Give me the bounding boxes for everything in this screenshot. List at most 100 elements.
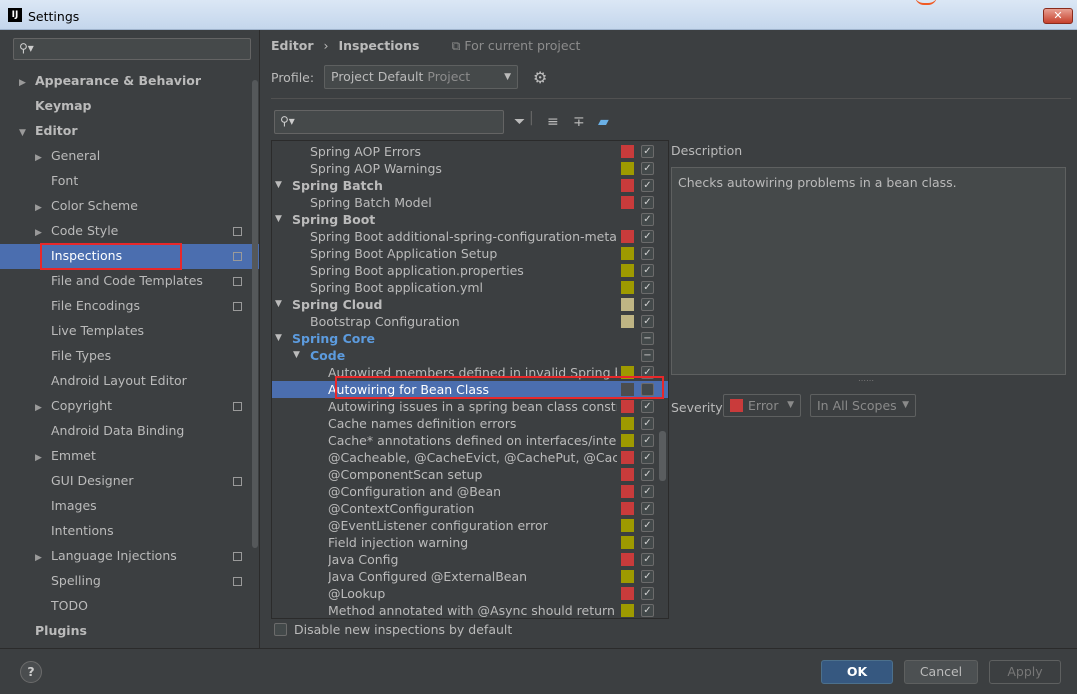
- inspection-group-row[interactable]: ▼ Spring Core −: [272, 330, 668, 347]
- inspection-checkbox[interactable]: ✓: [641, 264, 654, 277]
- inspection-row[interactable]: Spring Boot additional-spring-configurat…: [272, 228, 668, 245]
- close-window-button[interactable]: ✕: [1043, 8, 1073, 24]
- inspection-checkbox[interactable]: ✓: [641, 162, 654, 175]
- inspection-row[interactable]: @ComponentScan setup ✓: [272, 466, 668, 483]
- sidebar-item-plugins[interactable]: Plugins: [19, 618, 244, 643]
- sidebar-item-file-encodings[interactable]: File Encodings: [35, 293, 260, 318]
- inspection-row[interactable]: @Configuration and @Bean ✓: [272, 483, 668, 500]
- inspection-checkbox[interactable]: ✓: [641, 145, 654, 158]
- inspection-checkbox[interactable]: ✓: [641, 196, 654, 209]
- inspection-row[interactable]: Spring AOP Errors ✓: [272, 143, 668, 160]
- inspection-row[interactable]: @Cacheable, @CacheEvict, @CachePut, @Cac…: [272, 449, 668, 466]
- chevron-down-icon[interactable]: ▼: [275, 296, 282, 313]
- filter-icon[interactable]: ⏷: [514, 114, 525, 130]
- inspection-checkbox[interactable]: ✓: [641, 468, 654, 481]
- settings-search-input[interactable]: [40, 41, 240, 57]
- inspection-row[interactable]: Cache names definition errors ✓: [272, 415, 668, 432]
- expand-all-icon[interactable]: ≡: [547, 114, 559, 130]
- inspection-row[interactable]: Cache* annotations defined on interfaces…: [272, 432, 668, 449]
- cancel-button[interactable]: Cancel: [904, 660, 978, 684]
- sidebar-item-keymap[interactable]: Keymap: [19, 93, 244, 118]
- inspection-checkbox[interactable]: ✓: [641, 298, 654, 311]
- inspection-group-row[interactable]: ▼ Spring Batch ✓: [272, 177, 668, 194]
- profile-dropdown[interactable]: Project Default Project ▼: [324, 65, 518, 89]
- inspection-checkbox[interactable]: ✓: [641, 417, 654, 430]
- inspection-group-row[interactable]: ▼ Spring Boot ✓: [272, 211, 668, 228]
- inspection-checkbox[interactable]: ✓: [641, 570, 654, 583]
- chevron-down-icon[interactable]: ▼: [275, 330, 282, 347]
- inspection-row[interactable]: Spring AOP Warnings ✓: [272, 160, 668, 177]
- help-button[interactable]: ?: [20, 661, 42, 683]
- inspection-checkbox[interactable]: ✓: [641, 434, 654, 447]
- inspection-tree-scrollbar[interactable]: [659, 431, 666, 481]
- chevron-down-icon[interactable]: ▼: [275, 211, 282, 228]
- ok-button[interactable]: OK: [821, 660, 893, 684]
- inspection-checkbox[interactable]: ✓: [641, 213, 654, 226]
- inspection-row[interactable]: Spring Boot Application Setup ✓: [272, 245, 668, 262]
- inspection-checkbox[interactable]: −: [641, 349, 654, 362]
- reset-eraser-icon[interactable]: ▰: [598, 114, 609, 130]
- inspection-group-row[interactable]: ▼ Code −: [272, 347, 668, 364]
- sidebar-item-intentions[interactable]: Intentions: [35, 518, 260, 543]
- sidebar-item-language-injections[interactable]: ▶ Language Injections: [35, 543, 260, 568]
- sidebar-item-appearance-behavior[interactable]: ▶ Appearance & Behavior: [19, 68, 244, 93]
- breadcrumb-editor[interactable]: Editor: [271, 38, 314, 53]
- splitter-grip-icon[interactable]: ⋯⋯: [858, 376, 874, 385]
- sidebar-item-copyright[interactable]: ▶ Copyright: [35, 393, 260, 418]
- inspection-checkbox[interactable]: ✓: [641, 179, 654, 192]
- inspection-row[interactable]: Method annotated with @Async should retu…: [272, 602, 668, 618]
- scope-dropdown[interactable]: In All Scopes ▼: [810, 394, 916, 417]
- sidebar-item-file-and-code-templates[interactable]: File and Code Templates: [35, 268, 260, 293]
- inspection-checkbox[interactable]: ✓: [641, 315, 654, 328]
- inspection-row[interactable]: Spring Boot application.properties ✓: [272, 262, 668, 279]
- inspection-search[interactable]: ⚲▾: [274, 110, 504, 134]
- chevron-down-icon[interactable]: ▼: [293, 347, 300, 364]
- inspection-checkbox[interactable]: ✓: [641, 553, 654, 566]
- sidebar-item-live-templates[interactable]: Live Templates: [35, 318, 260, 343]
- inspection-checkbox[interactable]: ✓: [641, 485, 654, 498]
- sidebar-item-emmet[interactable]: ▶ Emmet: [35, 443, 260, 468]
- sidebar-item-code-style[interactable]: ▶ Code Style: [35, 218, 260, 243]
- inspection-checkbox[interactable]: −: [641, 332, 654, 345]
- inspection-checkbox[interactable]: ✓: [641, 604, 654, 617]
- inspection-row[interactable]: Spring Boot application.yml ✓: [272, 279, 668, 296]
- inspection-checkbox[interactable]: ✓: [641, 247, 654, 260]
- inspection-row[interactable]: Autowiring issues in a spring bean class…: [272, 398, 668, 415]
- sidebar-item-spelling[interactable]: Spelling: [35, 568, 260, 593]
- sidebar-item-font[interactable]: Font: [35, 168, 260, 193]
- apply-button[interactable]: Apply: [989, 660, 1061, 684]
- sidebar-item-android-data-binding[interactable]: Android Data Binding: [35, 418, 260, 443]
- sidebar-item-todo[interactable]: TODO: [35, 593, 260, 618]
- sidebar-item-general[interactable]: ▶ General: [35, 143, 260, 168]
- chevron-down-icon[interactable]: ▼: [19, 121, 35, 146]
- sidebar-item-gui-designer[interactable]: GUI Designer: [35, 468, 260, 493]
- inspection-checkbox[interactable]: ✓: [641, 230, 654, 243]
- inspection-checkbox[interactable]: ✓: [641, 451, 654, 464]
- inspection-row[interactable]: @ContextConfiguration ✓: [272, 500, 668, 517]
- inspection-checkbox[interactable]: ✓: [641, 519, 654, 532]
- gear-icon[interactable]: ⚙: [533, 68, 547, 87]
- inspection-checkbox[interactable]: ✓: [641, 400, 654, 413]
- inspection-checkbox[interactable]: ✓: [641, 536, 654, 549]
- inspection-checkbox[interactable]: ✓: [641, 587, 654, 600]
- sidebar-item-color-scheme[interactable]: ▶ Color Scheme: [35, 193, 260, 218]
- chevron-down-icon[interactable]: ▼: [275, 177, 282, 194]
- sidebar-item-android-layout-editor[interactable]: Android Layout Editor: [35, 368, 260, 393]
- sidebar-scrollbar[interactable]: [252, 80, 258, 548]
- inspection-row[interactable]: Java Config ✓: [272, 551, 668, 568]
- inspection-row[interactable]: Bootstrap Configuration ✓: [272, 313, 668, 330]
- inspection-row[interactable]: Java Configured @ExternalBean ✓: [272, 568, 668, 585]
- sidebar-item-images[interactable]: Images: [35, 493, 260, 518]
- inspection-checkbox[interactable]: ✓: [641, 281, 654, 294]
- inspection-group-row[interactable]: ▼ Spring Cloud ✓: [272, 296, 668, 313]
- sidebar-item-editor[interactable]: ▼ Editor: [19, 118, 244, 143]
- sidebar-item-file-types[interactable]: File Types: [35, 343, 260, 368]
- settings-search[interactable]: ⚲▾: [13, 38, 251, 60]
- severity-dropdown[interactable]: Error ▼: [723, 394, 801, 417]
- inspection-checkbox[interactable]: ✓: [641, 502, 654, 515]
- disable-new-inspections[interactable]: Disable new inspections by default: [274, 622, 512, 637]
- collapse-all-icon[interactable]: ∓: [573, 114, 585, 130]
- inspection-row[interactable]: @Lookup ✓: [272, 585, 668, 602]
- inspection-row[interactable]: Spring Batch Model ✓: [272, 194, 668, 211]
- inspection-search-input[interactable]: [301, 114, 496, 130]
